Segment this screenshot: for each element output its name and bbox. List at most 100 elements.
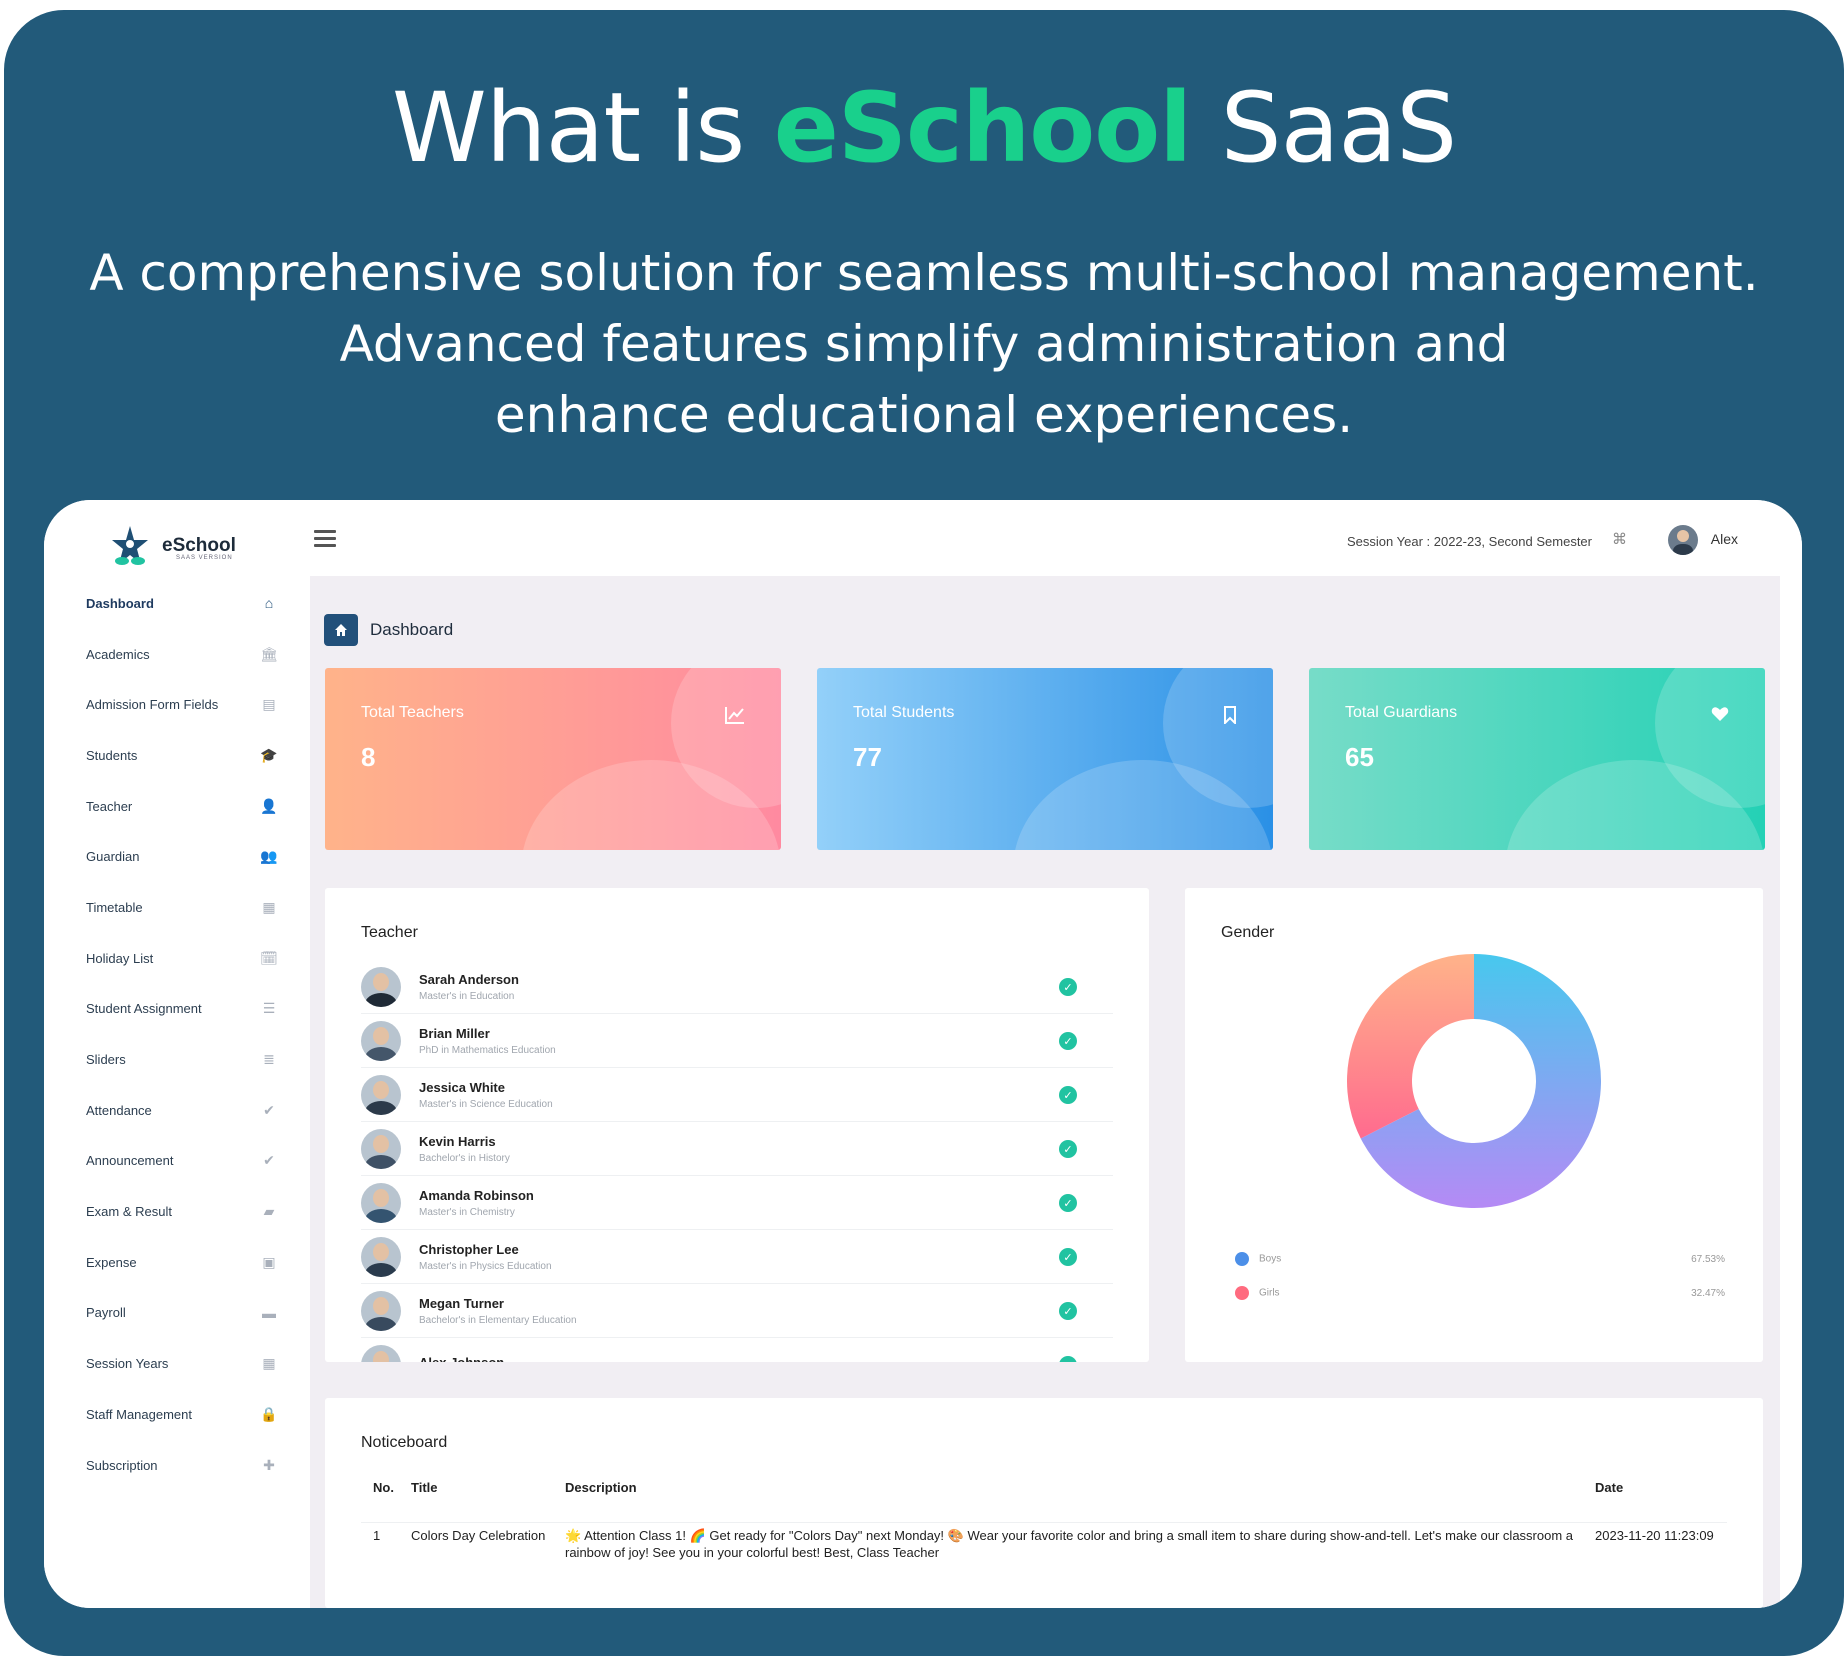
notice-no: 1: [373, 1528, 381, 1543]
table-header: No. Title Description Date: [361, 1480, 1727, 1495]
teacher-row[interactable]: Christopher Lee Master's in Physics Educa…: [361, 1230, 1113, 1284]
lock-user-icon: 🔒: [260, 1405, 278, 1422]
sidebar-item-label: Timetable: [86, 899, 143, 915]
sidebar-item-sliders[interactable]: Sliders ≣: [44, 1034, 310, 1085]
teacher-qualification: Master's in Science Education: [419, 1098, 553, 1110]
teacher-row[interactable]: Jessica White Master's in Science Educati…: [361, 1068, 1113, 1122]
sidebar-item-expense[interactable]: Expense ▣: [44, 1237, 310, 1288]
teacher-name: Christopher Lee: [419, 1241, 519, 1257]
teacher-qualification: Master's in Chemistry: [419, 1206, 515, 1218]
stat-label: Total Teachers: [361, 704, 464, 721]
sidebar-item-admission-form-fields[interactable]: Admission Form Fields ▤: [44, 679, 310, 730]
sidebar-item-label: Exam & Result: [86, 1204, 172, 1220]
check-circle-icon: ✓: [1059, 1140, 1077, 1158]
sidebar-item-students[interactable]: Students 🎓: [44, 730, 310, 781]
sidebar-nav: Dashboard ⌂ Academics 🏛 Admission Form Field…: [44, 578, 310, 1490]
teacher-qualification: Master's in Education: [419, 990, 515, 1002]
sidebar-item-label: Subscription: [86, 1457, 158, 1473]
sidebar-item-session-years[interactable]: Session Years ▦: [44, 1338, 310, 1389]
notice-date: 2023-11-20 11:23:09: [1595, 1528, 1714, 1543]
column-header: No.: [373, 1480, 394, 1495]
teacher-name: Jessica White: [419, 1079, 505, 1095]
legend-value: 32.47%: [1691, 1287, 1725, 1299]
sidebar-item-attendance[interactable]: Attendance ✔: [44, 1085, 310, 1136]
menu-toggle-icon[interactable]: [314, 530, 336, 548]
teacher-row[interactable]: Sarah Anderson Master's in Education ✓: [361, 960, 1113, 1014]
sidebar-item-exam-result[interactable]: Exam & Result ▰: [44, 1186, 310, 1237]
avatar: [361, 1020, 401, 1061]
form-icon: ▤: [262, 696, 276, 713]
app-window: eSchool SAAS VERSION Dashboard ⌂ Academics 🏛…: [44, 500, 1802, 1608]
sidebar-item-payroll[interactable]: Payroll ▬: [44, 1288, 310, 1339]
home-icon[interactable]: [324, 614, 358, 646]
stat-card-teachers[interactable]: Total Teachers 8: [325, 668, 781, 850]
teacher-row[interactable]: Amanda Robinson Master's in Chemistry ✓: [361, 1176, 1113, 1230]
teacher-info: Alex Johnson: [419, 1355, 504, 1362]
donut-slice-girls[interactable]: [1347, 954, 1474, 1139]
sidebar-item-dashboard[interactable]: Dashboard ⌂: [44, 578, 310, 629]
teacher-row[interactable]: Megan Turner Bachelor's in Elementary Edu…: [361, 1284, 1113, 1338]
sidebar-item-label: Guardian: [86, 849, 140, 865]
sidebar: eSchool SAAS VERSION Dashboard ⌂ Academics 🏛…: [44, 500, 310, 1608]
check-icon: ✔: [263, 1152, 275, 1169]
teacher-row[interactable]: Alex Johnson ✓: [361, 1338, 1113, 1362]
calendar-icon: ▦: [262, 898, 276, 915]
chart-line-icon: [725, 706, 745, 729]
check-circle-icon: ✓: [1059, 1032, 1077, 1050]
banner: What is eSchool SaaS A comprehensive sol…: [4, 10, 1844, 1656]
user-icon: 👤: [260, 797, 278, 814]
table-row[interactable]: 1 Colors Day Celebration 🌟 Attention Cla…: [361, 1522, 1727, 1561]
legend-item-girls[interactable]: Girls 32.47%: [1235, 1286, 1725, 1300]
teacher-qualification: Bachelor's in Elementary Education: [419, 1314, 577, 1326]
sidebar-item-student-assignment[interactable]: Student Assignment ☰: [44, 984, 310, 1035]
avatar: [361, 1290, 401, 1331]
teacher-row[interactable]: Brian Miller PhD in Mathematics Education…: [361, 1014, 1113, 1068]
sidebar-item-timetable[interactable]: Timetable ▦: [44, 882, 310, 933]
puzzle-icon: ✚: [263, 1456, 275, 1473]
stat-value: 8: [361, 742, 376, 772]
credit-card-icon: ▬: [262, 1304, 276, 1321]
sidebar-item-label: Staff Management: [86, 1406, 192, 1422]
avatar: [361, 1128, 401, 1169]
teacher-info: Sarah Anderson Master's in Education: [419, 972, 519, 1002]
stat-value: 77: [853, 742, 882, 772]
teacher-name: Brian Miller: [419, 1025, 490, 1041]
sidebar-item-announcement[interactable]: Announcement ✔: [44, 1136, 310, 1187]
check-circle-icon: ✓: [1059, 1194, 1077, 1212]
sidebar-item-staff-management[interactable]: Staff Management 🔒: [44, 1389, 310, 1440]
stat-label: Total Students: [853, 704, 955, 721]
card-title: Gender: [1221, 924, 1275, 941]
brand-tagline: SAAS VERSION: [176, 555, 233, 561]
money-icon: ▣: [262, 1253, 276, 1270]
teacher-info: Megan Turner Bachelor's in Elementary Edu…: [419, 1296, 577, 1326]
sidebar-item-guardian[interactable]: Guardian 👥: [44, 831, 310, 882]
sidebar-item-academics[interactable]: Academics 🏛: [44, 629, 310, 680]
bookmark-icon: [1223, 706, 1237, 729]
sidebar-item-label: Announcement: [86, 1153, 174, 1169]
tasks-icon: ☰: [262, 1000, 276, 1017]
brand-name: eSchool SAAS VERSION: [162, 535, 236, 561]
sidebar-item-label: Admission Form Fields: [86, 697, 219, 713]
avatar[interactable]: [1668, 525, 1698, 555]
teacher-card: Teacher Sarah Anderson Master's in Educat…: [325, 888, 1149, 1362]
sidebar-item-label: Holiday List: [86, 950, 154, 966]
teacher-info: Kevin Harris Bachelor's in History: [419, 1134, 510, 1164]
teacher-name: Sarah Anderson: [419, 971, 519, 987]
sidebar-item-teacher[interactable]: Teacher 👤: [44, 781, 310, 832]
user-name[interactable]: Alex: [1711, 531, 1738, 547]
check-icon: ✔: [263, 1101, 275, 1118]
language-icon[interactable]: ⌘: [1612, 530, 1632, 550]
sidebar-item-label: Dashboard: [86, 595, 154, 611]
teacher-name: Alex Johnson: [419, 1355, 504, 1362]
legend-item-boys[interactable]: Boys 67.53%: [1235, 1252, 1725, 1266]
hero-title-accent: eSchool: [773, 72, 1192, 184]
sidebar-item-label: Session Years: [86, 1356, 169, 1372]
teacher-row[interactable]: Kevin Harris Bachelor's in History ✓: [361, 1122, 1113, 1176]
stat-card-guardians[interactable]: Total Guardians 65: [1309, 668, 1765, 850]
stat-card-students[interactable]: Total Students 77: [817, 668, 1273, 850]
home-icon: ⌂: [264, 595, 274, 612]
sidebar-item-holiday-list[interactable]: Holiday List 🗓: [44, 933, 310, 984]
sidebar-item-subscription[interactable]: Subscription ✚: [44, 1440, 310, 1491]
sidebar-item-label: Student Assignment: [86, 1001, 202, 1017]
brand[interactable]: eSchool SAAS VERSION: [108, 524, 236, 568]
